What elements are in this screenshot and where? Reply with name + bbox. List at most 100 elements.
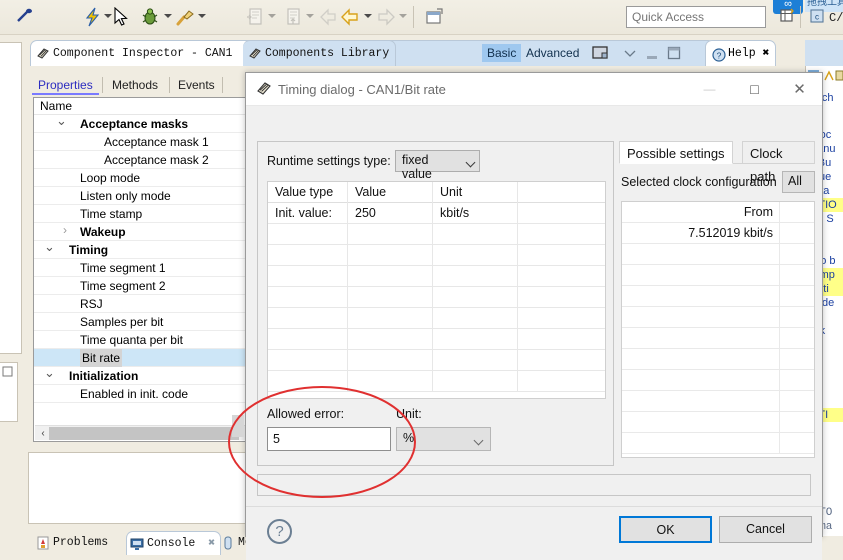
value-table-row[interactable] [268, 266, 605, 287]
tree-row-acceptance-mask-2[interactable]: Acceptance mask 2 [34, 151, 247, 169]
value-table-row[interactable] [268, 245, 605, 266]
close-icon[interactable]: ✖ [763, 47, 770, 60]
chevron-right-icon[interactable]: › [60, 224, 70, 236]
bottom-tab-problems[interactable]: Problems [33, 531, 113, 555]
value-table-row[interactable] [268, 329, 605, 350]
tree-row-enabled-in-init-code[interactable]: Enabled in init. code [34, 385, 247, 403]
run-icon[interactable] [83, 7, 103, 27]
value-table-row[interactable]: Init. value: 250 kbit/s [268, 203, 605, 224]
timing-dialog[interactable]: Timing dialog - CAN1/Bit rate — □ ✕ Runt… [245, 72, 823, 560]
dialog-titlebar[interactable]: Timing dialog - CAN1/Bit rate — □ ✕ [246, 73, 822, 106]
possible-settings-row[interactable] [622, 349, 814, 370]
tab-component-inspector[interactable]: Component Inspector - CAN1 ✖ [30, 40, 260, 66]
chevron-down-icon[interactable]: ⌄ [44, 240, 55, 253]
maximize-icon[interactable] [667, 46, 683, 60]
value-table-cell [518, 203, 607, 224]
minimize-icon[interactable] [645, 50, 661, 64]
perspective-label: C/ [829, 11, 843, 25]
subtab-methods[interactable]: Methods [106, 75, 164, 95]
possible-settings-row[interactable] [622, 370, 814, 391]
allowed-error-input[interactable] [267, 427, 391, 451]
property-tree[interactable]: Name ⌄ Acceptance masks Acceptance mask 1A… [33, 97, 248, 442]
tree-row-time-segment-2[interactable]: Time segment 2 [34, 277, 247, 295]
value-table-row[interactable] [268, 371, 605, 392]
possible-settings-row[interactable] [622, 391, 814, 412]
possible-settings-row[interactable] [622, 286, 814, 307]
possible-settings-row[interactable] [622, 433, 814, 454]
possible-settings-row[interactable] [622, 328, 814, 349]
chevron-down-icon[interactable]: ⌄ [44, 366, 55, 379]
possible-settings-row[interactable] [622, 307, 814, 328]
tab-possible-settings[interactable]: Possible settings [619, 141, 733, 164]
runtime-settings-select[interactable]: fixed value [395, 150, 480, 181]
pin-icon[interactable] [14, 7, 34, 27]
help-button[interactable]: ? [267, 519, 292, 544]
quick-access-input[interactable] [626, 6, 766, 28]
view-menu-icon[interactable] [623, 47, 639, 61]
tab-clock-path[interactable]: Clock path [742, 141, 815, 184]
chevron-down-icon[interactable]: ⌄ [56, 114, 67, 127]
cancel-button[interactable]: Cancel [719, 516, 812, 543]
build-hammer-icon[interactable] [175, 7, 195, 27]
tab-help[interactable]: ? Help ✖ [705, 40, 777, 66]
tree-row-time-segment-1[interactable]: Time segment 1 [34, 259, 247, 277]
build-dropdown-arrow[interactable] [198, 14, 206, 18]
tree-row-samples-per-bit[interactable]: Samples per bit [34, 313, 247, 331]
new-table-icon[interactable] [779, 7, 797, 25]
component-icon [36, 46, 50, 60]
tab-advanced[interactable]: Advanced [522, 44, 583, 62]
possible-settings-extra-cell [780, 412, 816, 433]
maximize-button[interactable]: □ [732, 73, 777, 105]
tree-row-wakeup[interactable]: › Wakeup [34, 223, 247, 241]
value-table-row[interactable] [268, 287, 605, 308]
close-icon[interactable]: ✖ [208, 537, 215, 550]
tree-row-bit-rate[interactable]: Bit rate [34, 349, 247, 367]
debug-dropdown-arrow[interactable] [164, 14, 172, 18]
value-table-cell [268, 308, 348, 329]
value-table-row[interactable] [268, 224, 605, 245]
tree-row-loop-mode[interactable]: Loop mode [34, 169, 247, 187]
tab-basic[interactable]: Basic [482, 44, 522, 62]
debug-bug-icon[interactable] [140, 7, 160, 27]
possible-settings-row[interactable] [622, 412, 814, 433]
unit-select[interactable]: % [396, 427, 491, 451]
possible-settings-row[interactable]: 7.512019 kbit/s [622, 223, 814, 244]
new-window-icon[interactable] [424, 7, 444, 27]
possible-settings-table[interactable]: From 7.512019 kbit/s [621, 201, 815, 458]
tree-row-listen-only-mode[interactable]: Listen only mode [34, 187, 247, 205]
value-table-row[interactable] [268, 308, 605, 329]
tree-horizontal-scrollbar[interactable]: ‹ [35, 425, 246, 440]
value-table-row[interactable] [268, 350, 605, 371]
screen-icon[interactable] [592, 46, 608, 60]
left-docked-view-top[interactable] [0, 42, 22, 354]
tree-row-initialization[interactable]: ⌄ Initialization [34, 366, 247, 385]
minimize-button[interactable]: — [687, 73, 732, 105]
ok-button[interactable]: OK [619, 516, 712, 543]
back-icon[interactable] [340, 7, 360, 27]
tree-row-time-quanta-per-bit[interactable]: Time quanta per bit [34, 331, 247, 349]
possible-settings-row[interactable] [622, 244, 814, 265]
possible-settings-from-cell [622, 328, 780, 349]
subtab-properties[interactable]: Properties [32, 75, 99, 95]
back-dropdown-arrow[interactable] [364, 14, 372, 18]
value-table[interactable]: Value type Value Unit Init. value: 250 kbi… [267, 181, 606, 399]
run-dropdown-arrow[interactable] [104, 14, 112, 18]
value-table-cell [518, 371, 607, 392]
tree-row-acceptance-mask-1[interactable]: Acceptance mask 1 [34, 133, 247, 151]
selected-clock-configuration-select[interactable]: All [782, 171, 815, 193]
value-table-cell [433, 224, 518, 245]
scrollbar-thumb[interactable] [49, 427, 239, 440]
possible-settings-row[interactable] [622, 265, 814, 286]
tree-row-time-stamp[interactable]: Time stamp [34, 205, 247, 223]
tree-row-rsj[interactable]: RSJ [34, 295, 247, 313]
bottom-tab-console[interactable]: Console ✖ [126, 531, 222, 555]
subtab-events[interactable]: Events [172, 75, 221, 95]
value-table-cell [433, 308, 518, 329]
close-button[interactable]: ✕ [777, 73, 822, 105]
tree-row-acceptance-masks[interactable]: ⌄ Acceptance masks [34, 114, 247, 133]
left-docked-view-bottom[interactable] [0, 362, 18, 422]
tab-components-library[interactable]: Components Library [243, 40, 397, 66]
scroll-left-arrow-icon[interactable]: ‹ [37, 427, 49, 440]
c-perspective-icon[interactable]: c [809, 7, 827, 25]
tree-row-timing[interactable]: ⌄ Timing [34, 240, 247, 259]
